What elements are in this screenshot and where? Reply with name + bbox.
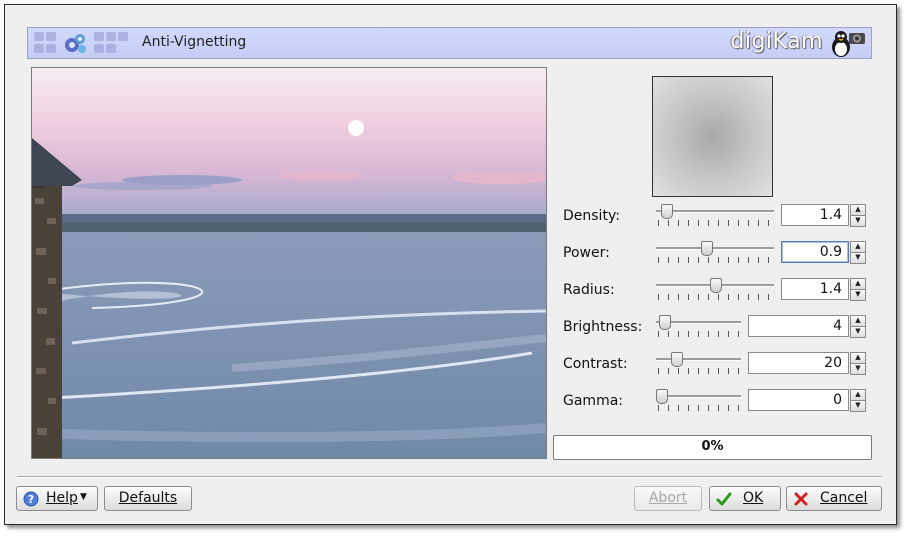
contrast-label: Contrast: [563, 356, 628, 372]
contrast-slider[interactable] [656, 352, 741, 376]
radius-row: Radius: 1.4 ▲ ▼ [563, 278, 866, 304]
ok-button[interactable]: OK [709, 486, 781, 511]
power-label: Power: [563, 245, 610, 261]
gamma-slider[interactable] [656, 389, 741, 413]
plugin-logo-icon [34, 32, 128, 53]
radius-spinbox[interactable]: 1.4 ▲ ▼ [781, 278, 866, 301]
cancel-button-label: Cancel [820, 490, 868, 506]
gamma-slider-handle[interactable] [656, 389, 668, 404]
svg-text:?: ? [28, 493, 34, 506]
penguin-mascot-icon [832, 31, 865, 57]
gamma-input[interactable]: 0 [748, 389, 849, 411]
brightness-slider-handle[interactable] [658, 315, 671, 330]
contrast-spinbox[interactable]: 20 ▲ ▼ [748, 352, 866, 375]
power-down-arrow-icon[interactable]: ▼ [850, 252, 866, 264]
contrast-slider-handle[interactable] [670, 352, 683, 367]
defaults-button-label: Defaults [118, 490, 178, 506]
density-down-arrow-icon[interactable]: ▼ [850, 215, 866, 227]
power-slider[interactable] [656, 241, 774, 265]
density-row: Density: 1.4 ▲ ▼ [563, 204, 866, 230]
brightness-label: Brightness: [563, 319, 643, 335]
ok-button-label: OK [743, 490, 764, 506]
radius-input[interactable]: 1.4 [781, 278, 849, 300]
cancel-button[interactable]: Cancel [786, 486, 882, 511]
power-slider-handle[interactable] [700, 241, 713, 256]
density-slider[interactable] [656, 204, 774, 228]
help-icon: ? [23, 491, 39, 507]
power-row: Power: 0.9 ▲ ▼ [563, 241, 866, 267]
radius-label: Radius: [563, 282, 615, 298]
density-label: Density: [563, 208, 620, 224]
close-icon [794, 492, 808, 506]
abort-button[interactable]: Abort [634, 486, 702, 511]
photo-preview-image [32, 68, 546, 458]
image-preview[interactable] [31, 67, 547, 459]
checkmark-icon [716, 492, 732, 506]
dialog-title: Anti-Vignetting [142, 34, 247, 50]
dialog-header: Anti-Vignetting digiKam [27, 27, 872, 59]
brightness-spinbox[interactable]: 4 ▲ ▼ [748, 315, 866, 338]
radius-slider[interactable] [656, 278, 774, 302]
anti-vignetting-dialog: Anti-Vignetting digiKam Density: 1.4 ▲ ▼… [4, 4, 897, 525]
defaults-button[interactable]: Defaults [104, 486, 192, 511]
gamma-label: Gamma: [563, 393, 623, 409]
button-separator [17, 476, 882, 478]
mask-preview [652, 76, 773, 197]
radius-down-arrow-icon[interactable]: ▼ [850, 289, 866, 301]
density-slider-handle[interactable] [661, 204, 674, 219]
help-button-label: Help [46, 490, 78, 506]
progress-bar: 0% [553, 435, 872, 460]
abort-button-label: Abort [648, 490, 688, 506]
contrast-input[interactable]: 20 [748, 352, 849, 374]
progress-text: 0% [701, 439, 724, 454]
chevron-down-icon: ▼ [80, 492, 87, 502]
gamma-down-arrow-icon[interactable]: ▼ [850, 400, 866, 412]
gamma-spinbox[interactable]: 0 ▲ ▼ [748, 389, 866, 412]
density-spinbox[interactable]: 1.4 ▲ ▼ [781, 204, 866, 227]
contrast-row: Contrast: 20 ▲ ▼ [563, 352, 866, 378]
brightness-slider[interactable] [656, 315, 741, 339]
radius-slider-handle[interactable] [710, 278, 723, 293]
app-brand-label: digiKam [730, 29, 823, 54]
brightness-down-arrow-icon[interactable]: ▼ [850, 326, 866, 338]
brightness-input[interactable]: 4 [748, 315, 849, 337]
gamma-row: Gamma: 0 ▲ ▼ [563, 389, 866, 415]
contrast-down-arrow-icon[interactable]: ▼ [850, 363, 866, 375]
power-spinbox[interactable]: 0.9 ▲ ▼ [781, 241, 866, 264]
brightness-row: Brightness: 4 ▲ ▼ [563, 315, 866, 341]
power-input[interactable]: 0.9 [781, 241, 849, 263]
help-button[interactable]: ? Help ▼ [16, 486, 98, 511]
density-input[interactable]: 1.4 [781, 204, 849, 226]
